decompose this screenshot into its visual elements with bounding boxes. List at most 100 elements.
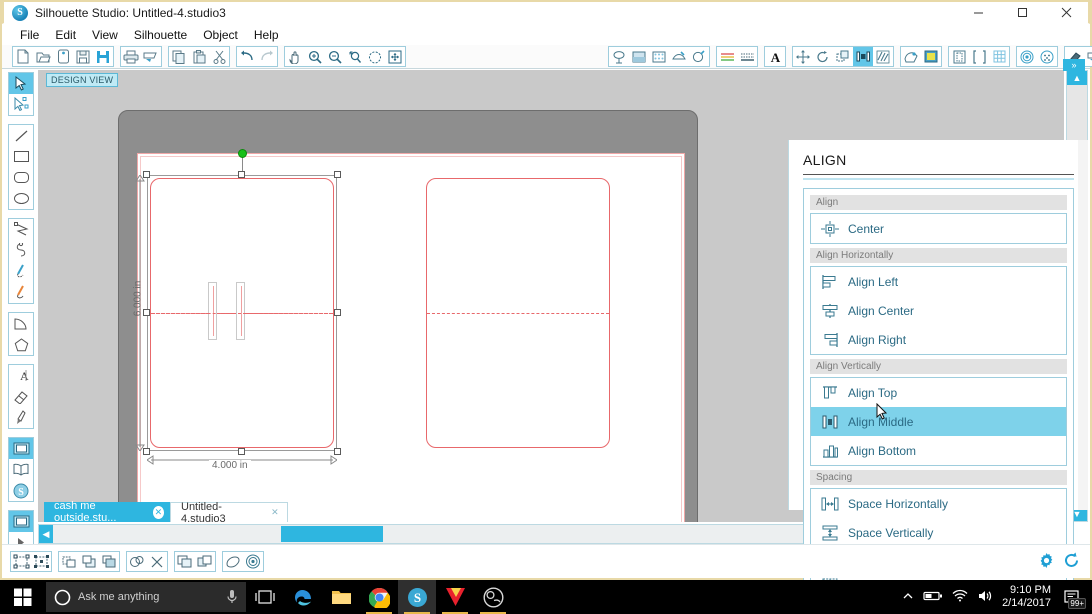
align-option-space-vertically[interactable]: Space Vertically <box>811 518 1066 547</box>
file-explorer-icon[interactable] <box>322 580 360 614</box>
vegas-icon[interactable] <box>436 580 474 614</box>
battery-icon[interactable] <box>923 590 943 605</box>
fill-tool-icon[interactable] <box>223 552 243 571</box>
menu-item-view[interactable]: View <box>84 26 126 44</box>
task-view-icon[interactable] <box>246 580 284 614</box>
offset-tool-icon[interactable] <box>243 552 263 571</box>
smooth-freehand-tool-icon[interactable] <box>9 282 33 303</box>
stipple-icon[interactable] <box>1037 47 1057 66</box>
grid-icon[interactable] <box>989 47 1009 66</box>
design-page-icon[interactable] <box>9 438 33 459</box>
detach-lines-icon[interactable] <box>147 552 167 571</box>
taskbar-clock[interactable]: 9:10 PM 2/14/2017 <box>1002 584 1051 610</box>
pixscan-icon[interactable] <box>921 47 941 66</box>
rhinestones-icon[interactable] <box>1017 47 1037 66</box>
undo-icon[interactable] <box>237 47 257 66</box>
rounded-rectangle-tool-icon[interactable] <box>9 167 33 188</box>
menu-item-silhouette[interactable]: Silhouette <box>126 26 195 44</box>
pan-hand-icon[interactable] <box>285 47 305 66</box>
nesting-icon[interactable] <box>873 47 893 66</box>
menu-item-edit[interactable]: Edit <box>47 26 84 44</box>
align-option-align-right[interactable]: Align Right <box>811 325 1066 354</box>
freehand-tool-icon[interactable] <box>9 261 33 282</box>
align-option-space-horizontally[interactable]: Space Horizontally <box>811 489 1066 518</box>
handle-top-center[interactable] <box>238 171 245 178</box>
align-option-align-bottom[interactable]: Align Bottom <box>811 436 1066 465</box>
arc-tool-icon[interactable] <box>9 313 33 334</box>
align-option-align-left[interactable]: Align Left <box>811 267 1066 296</box>
curve-tool-icon[interactable] <box>9 240 33 261</box>
polygon-tool-icon[interactable] <box>9 219 33 240</box>
regular-polygon-tool-icon[interactable] <box>9 334 33 355</box>
close-icon[interactable]: ✕ <box>269 506 281 519</box>
scroll-left-arrow[interactable]: ◀ <box>39 525 53 543</box>
text-style-icon[interactable]: A <box>765 47 785 66</box>
close-icon[interactable]: ✕ <box>152 505 164 519</box>
library-icon[interactable] <box>9 459 33 480</box>
maximize-button[interactable] <box>1000 2 1044 23</box>
save-icon[interactable] <box>73 47 93 66</box>
zoom-region-icon[interactable] <box>365 47 385 66</box>
send-to-silhouette-icon[interactable] <box>141 47 161 66</box>
menu-item-object[interactable]: Object <box>195 26 246 44</box>
collapse-panel-button[interactable]: » <box>1063 59 1085 71</box>
ungroup-icon[interactable] <box>31 552 51 571</box>
panel-vertical-scrollbar[interactable] <box>1078 140 1088 510</box>
selection-bounding-box[interactable]: 6.000 in 4.000 in <box>132 149 341 471</box>
zoom-out-icon[interactable] <box>325 47 345 66</box>
ellipse-tool-icon[interactable] <box>9 188 33 209</box>
text-tool-icon[interactable]: A <box>9 365 33 386</box>
line-tool-icon[interactable] <box>9 125 33 146</box>
eraser-tool-icon[interactable] <box>9 386 33 407</box>
store-icon[interactable]: S <box>9 480 33 501</box>
align-option-align-middle[interactable]: Align Middle <box>811 407 1066 436</box>
menu-item-help[interactable]: Help <box>246 26 287 44</box>
rectangle-tool-icon[interactable] <box>9 146 33 167</box>
send-to-back-icon[interactable] <box>99 552 119 571</box>
fill-pattern-icon[interactable] <box>649 47 669 66</box>
windows-start-icon[interactable] <box>0 580 46 614</box>
open-document-icon[interactable] <box>33 47 53 66</box>
menu-item-file[interactable]: File <box>12 26 47 44</box>
google-chrome-icon[interactable] <box>360 580 398 614</box>
align-option-align-top[interactable]: Align Top <box>811 378 1066 407</box>
page-setup-icon[interactable] <box>609 47 629 66</box>
canvas-hscroll-thumb[interactable] <box>281 526 383 542</box>
duplicate-icon[interactable] <box>175 552 195 571</box>
settings-gear-icon[interactable] <box>1038 552 1055 572</box>
make-compound-path-icon[interactable] <box>59 552 79 571</box>
handle-top-right[interactable] <box>334 171 341 178</box>
fit-to-window-icon[interactable] <box>385 47 405 66</box>
handle-middle-right[interactable] <box>334 309 341 316</box>
volume-icon[interactable] <box>977 589 993 606</box>
card-shape-second[interactable] <box>426 178 610 448</box>
document-tab-inactive[interactable]: Untitled-4.studio3 ✕ <box>170 501 288 525</box>
paste-icon[interactable] <box>189 47 209 66</box>
sketch-style-icon[interactable] <box>737 47 757 66</box>
close-button[interactable] <box>1044 2 1088 23</box>
skype-icon[interactable]: S <box>398 580 436 614</box>
search-input[interactable]: Ask me anything <box>46 582 246 612</box>
align-icon[interactable] <box>853 47 873 66</box>
send-panel-icon[interactable] <box>1085 47 1092 66</box>
microphone-icon[interactable] <box>226 589 238 605</box>
obs-studio-icon[interactable] <box>474 580 512 614</box>
minimize-button[interactable] <box>956 2 1000 23</box>
knife-icon[interactable] <box>969 47 989 66</box>
zoom-selection-icon[interactable] <box>345 47 365 66</box>
document-tab-active[interactable]: cash me outside.stu... ✕ <box>44 500 170 524</box>
weld-icon[interactable] <box>127 552 147 571</box>
cut-scissors-icon[interactable] <box>209 47 229 66</box>
align-option-align-center[interactable]: Align Center <box>811 296 1066 325</box>
line-color-icon[interactable] <box>689 47 709 66</box>
bring-to-front-icon[interactable] <box>79 552 99 571</box>
offset-icon[interactable] <box>949 47 969 66</box>
fill-gradient-icon[interactable] <box>669 47 689 66</box>
copy-icon[interactable] <box>169 47 189 66</box>
modify-icon[interactable] <box>833 47 853 66</box>
line-style-icon[interactable] <box>717 47 737 66</box>
edit-points-tool-icon[interactable] <box>9 94 33 115</box>
transform-move-icon[interactable] <box>793 47 813 66</box>
knife-tool-icon[interactable] <box>9 407 33 428</box>
refresh-sync-icon[interactable] <box>1063 552 1080 572</box>
